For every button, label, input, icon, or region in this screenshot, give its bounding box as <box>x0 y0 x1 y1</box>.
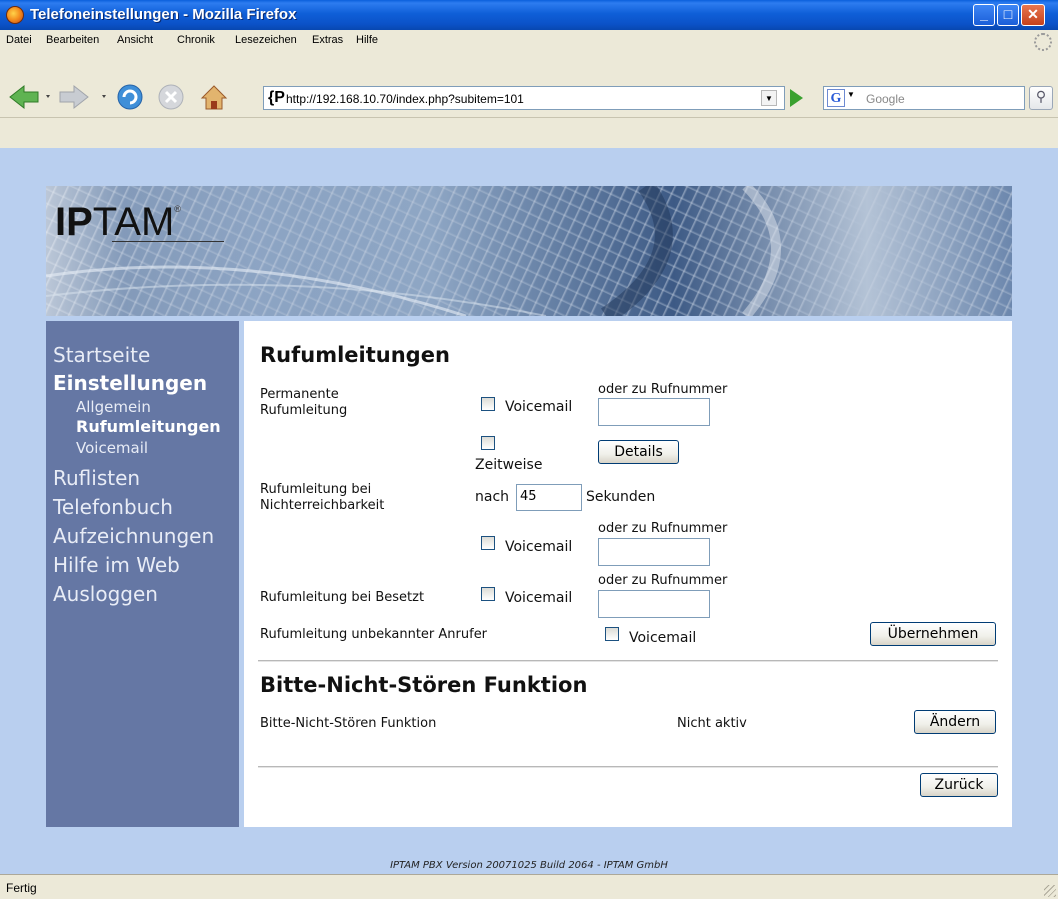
nichterreichbar-voicemail-checkbox[interactable] <box>481 536 495 550</box>
iptam-logo: IPTAM® <box>55 200 181 245</box>
seconds-input[interactable]: 45 <box>516 484 582 511</box>
unbekannt-voicemail-checkbox[interactable] <box>605 627 619 641</box>
logo-underline <box>112 241 224 242</box>
nichterreichbar-number-input[interactable] <box>598 538 710 566</box>
dnd-label: Bitte-Nicht-Stören Funktion <box>260 716 437 731</box>
firefox-icon <box>6 6 24 24</box>
resize-grip-icon[interactable] <box>1044 885 1056 897</box>
besetzt-number-input[interactable] <box>598 590 710 618</box>
search-icon[interactable]: ⚲ <box>1029 86 1053 110</box>
sidebar: Startseite Einstellungen Allgemein Rufum… <box>46 321 239 827</box>
url-dropdown-icon[interactable]: ▼ <box>761 90 777 106</box>
throbber-icon <box>1034 33 1052 51</box>
dnd-heading: Bitte-Nicht-Stören Funktion <box>260 673 588 697</box>
sidebar-item-einstellungen[interactable]: Einstellungen <box>53 371 207 395</box>
menu-bearbeiten[interactable]: Bearbeiten <box>46 34 99 46</box>
go-icon[interactable] <box>790 89 803 107</box>
menu-bar: Datei Bearbeiten Ansicht Chronik Lesezei… <box>0 30 1058 52</box>
sidebar-item-rufumleitungen[interactable]: Rufumleitungen <box>76 417 221 436</box>
besetzt-label: Rufumleitung bei Besetzt <box>260 590 425 605</box>
rufumleitungen-heading: Rufumleitungen <box>260 343 450 367</box>
page-footer: IPTAM PBX Version 20071025 Build 2064 - … <box>390 860 668 871</box>
besetzt-voicemail-checkbox[interactable] <box>481 587 495 601</box>
divider <box>258 660 998 662</box>
nichterreichbar-label-line2: Nichterreichbarkeit <box>260 498 385 513</box>
permanent-oder-label: oder zu Rufnummer <box>598 382 728 397</box>
site-favicon: {P <box>268 89 285 106</box>
menu-ansicht[interactable]: Ansicht <box>117 34 153 46</box>
reload-icon[interactable] <box>117 84 143 110</box>
tab-strip <box>0 118 1058 148</box>
search-engine-icon[interactable]: G <box>827 89 845 107</box>
zeitweise-checkbox[interactable] <box>481 436 495 450</box>
back-icon[interactable] <box>9 84 50 110</box>
zeitweise-label: Zeitweise <box>475 457 543 473</box>
nichterreichbar-voicemail-label: Voicemail <box>505 539 573 555</box>
unbekannt-label: Rufumleitung unbekannter Anrufer <box>260 627 488 642</box>
nach-label: nach <box>475 489 510 505</box>
header-banner-image <box>46 186 1012 316</box>
banner-pattern <box>46 186 781 316</box>
dnd-status: Nicht aktiv <box>677 716 747 731</box>
menu-extras[interactable]: Extras <box>312 34 343 46</box>
url-bar[interactable]: {P http://192.168.10.70/index.php?subite… <box>263 86 785 110</box>
menu-datei[interactable]: Datei <box>6 34 32 46</box>
close-button[interactable]: ✕ <box>1021 4 1045 26</box>
permanent-label-line1: Permanente <box>260 387 339 402</box>
sekunden-label: Sekunden <box>586 489 656 505</box>
besetzt-oder-label: oder zu Rufnummer <box>598 573 728 588</box>
menu-chronik[interactable]: Chronik <box>177 34 215 46</box>
divider <box>258 766 998 768</box>
sidebar-item-voicemail[interactable]: Voicemail <box>76 439 148 457</box>
permanent-voicemail-label: Voicemail <box>505 399 573 415</box>
window-titlebar[interactable]: Telefoneinstellungen - Mozilla Firefox _… <box>0 0 1058 30</box>
sidebar-item-ruflisten[interactable]: Ruflisten <box>53 466 140 490</box>
nichterreichbar-label-line1: Rufumleitung bei <box>260 482 372 497</box>
url-text[interactable]: http://192.168.10.70/index.php?subitem=1… <box>286 92 524 106</box>
sidebar-item-startseite[interactable]: Startseite <box>53 343 150 367</box>
nichterreichbar-oder-label: oder zu Rufnummer <box>598 521 728 536</box>
menu-lesezeichen[interactable]: Lesezeichen <box>235 34 297 46</box>
sidebar-item-hilfe-im-web[interactable]: Hilfe im Web <box>53 553 180 577</box>
sidebar-item-ausloggen[interactable]: Ausloggen <box>53 582 158 606</box>
forward-icon[interactable] <box>59 84 106 110</box>
search-box[interactable]: G ▼ Google <box>823 86 1025 110</box>
window-title: Telefoneinstellungen - Mozilla Firefox <box>30 6 297 23</box>
search-engine-dropdown-icon[interactable]: ▼ <box>847 90 855 99</box>
status-bar: Fertig <box>0 874 1058 899</box>
permanent-voicemail-checkbox[interactable] <box>481 397 495 411</box>
status-text: Fertig <box>6 881 37 895</box>
menu-hilfe[interactable]: Hilfe <box>356 34 378 46</box>
minimize-button[interactable]: _ <box>973 4 995 26</box>
permanent-number-input[interactable] <box>598 398 710 426</box>
logo-registered: ® <box>174 204 181 214</box>
unbekannt-voicemail-label: Voicemail <box>629 630 697 646</box>
permanent-label-line2: Rufumleitung <box>260 403 348 418</box>
logo-text-regular: TAM <box>92 200 175 244</box>
home-icon[interactable] <box>200 85 228 110</box>
search-placeholder[interactable]: Google <box>866 92 905 106</box>
besetzt-voicemail-label: Voicemail <box>505 590 573 606</box>
sidebar-item-telefonbuch[interactable]: Telefonbuch <box>53 495 173 519</box>
nav-buttons <box>9 84 228 110</box>
logo-text-bold: IP <box>55 200 93 244</box>
details-button[interactable]: Details <box>598 440 679 464</box>
sidebar-item-allgemein[interactable]: Allgemein <box>76 398 151 416</box>
maximize-button[interactable]: □ <box>997 4 1019 26</box>
change-button[interactable]: Ändern <box>914 710 996 734</box>
back-button[interactable]: Zurück <box>920 773 998 797</box>
apply-button[interactable]: Übernehmen <box>870 622 996 646</box>
stop-icon[interactable] <box>158 84 184 110</box>
sidebar-item-aufzeichnungen[interactable]: Aufzeichnungen <box>53 524 214 548</box>
